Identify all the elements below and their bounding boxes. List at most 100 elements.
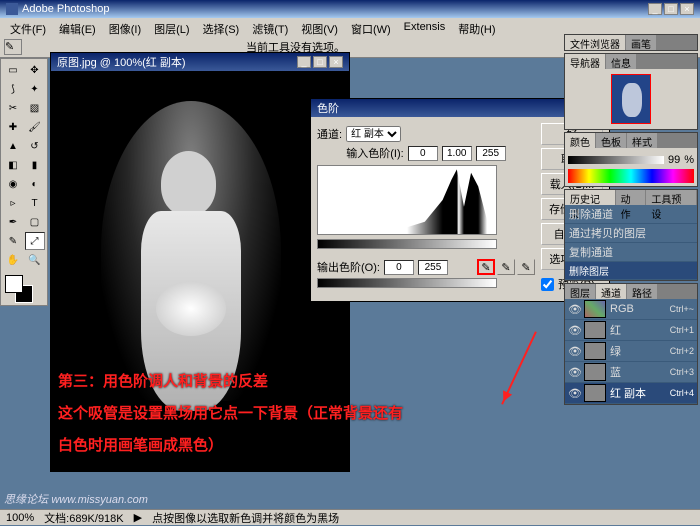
history-brush-icon[interactable]: ↺ <box>25 137 45 155</box>
input-black-field[interactable] <box>408 146 438 161</box>
foreground-swatch[interactable] <box>5 275 23 293</box>
type-tool-icon[interactable]: T <box>25 194 45 212</box>
channel-thumb <box>584 342 606 360</box>
tab-file-browser[interactable]: 文件浏览器 <box>565 35 626 50</box>
black-point-eyedropper-icon[interactable]: ✎ <box>477 259 495 275</box>
tab-brushes[interactable]: 画笔 <box>626 35 657 50</box>
color-ramp[interactable] <box>568 169 694 183</box>
tab-swatches[interactable]: 色板 <box>596 133 627 148</box>
gradient-tool-icon[interactable]: ▮ <box>25 156 45 174</box>
tab-layers[interactable]: 图层 <box>565 284 596 299</box>
notes-tool-icon[interactable]: ✎ <box>3 232 23 250</box>
tab-info[interactable]: 信息 <box>606 54 637 69</box>
white-point-eyedropper-icon[interactable]: ✎ <box>517 259 535 275</box>
tab-channels[interactable]: 通道 <box>596 284 627 299</box>
channel-select[interactable]: 红 副本 <box>346 126 401 142</box>
minimize-button[interactable]: _ <box>648 3 662 15</box>
menu-select[interactable]: 选择(S) <box>197 20 246 34</box>
levels-title: 色阶 <box>317 100 339 116</box>
output-levels-label: 输出色阶(O): <box>317 259 380 275</box>
workspace: ▭ ✥ ⟆ ✦ ✂ ▧ ✚ 🖌 ▲ ↺ ◧ ▮ ◉ ◐ ▹ T ✒ ▢ ✎ ⤢ … <box>0 58 700 509</box>
dodge-tool-icon[interactable]: ◐ <box>25 175 45 193</box>
visibility-icon[interactable]: 👁 <box>568 324 580 337</box>
tab-navigator[interactable]: 导航器 <box>565 54 606 69</box>
channel-row[interactable]: 👁RGBCtrl+~ <box>565 299 697 320</box>
navigator-panel: 导航器信息 <box>564 53 698 130</box>
output-black-field[interactable] <box>384 260 414 275</box>
lasso-tool-icon[interactable]: ⟆ <box>3 80 23 98</box>
menu-file[interactable]: 文件(F) <box>4 20 52 34</box>
channel-thumb <box>584 321 606 339</box>
zoom-tool-icon[interactable]: 🔍 <box>25 251 45 269</box>
annotation-arrow <box>501 331 537 404</box>
input-white-field[interactable] <box>476 146 506 161</box>
menu-image[interactable]: 图像(I) <box>103 20 147 34</box>
tab-actions[interactable]: 动作 <box>616 190 647 205</box>
path-tool-icon[interactable]: ▹ <box>3 194 23 212</box>
gray-point-eyedropper-icon[interactable]: ✎ <box>497 259 515 275</box>
tab-toolpresets[interactable]: 工具预设 <box>646 190 697 205</box>
tab-color[interactable]: 颜色 <box>565 133 596 148</box>
app-titlebar: Adobe Photoshop _ □ × <box>0 0 700 18</box>
menu-extensis[interactable]: Extensis <box>398 20 452 34</box>
menu-help[interactable]: 帮助(H) <box>452 20 501 34</box>
history-panel: 历史记录动作工具预设 删除通道 通过拷贝的图层 复制通道 删除图层 <box>564 189 698 281</box>
history-item[interactable]: 删除图层 <box>565 262 697 280</box>
pen-tool-icon[interactable]: ✒ <box>3 213 23 231</box>
eraser-tool-icon[interactable]: ◧ <box>3 156 23 174</box>
visibility-icon[interactable]: 👁 <box>568 387 580 400</box>
menu-window[interactable]: 窗口(W) <box>345 20 397 34</box>
move-tool-icon[interactable]: ✥ <box>25 61 45 79</box>
navigator-thumb[interactable] <box>611 74 651 124</box>
channel-thumb <box>584 384 606 402</box>
menu-filter[interactable]: 滤镜(T) <box>246 20 294 34</box>
doc-max-button[interactable]: □ <box>313 56 327 68</box>
channel-label: 通道: <box>317 126 342 142</box>
tab-paths[interactable]: 路径 <box>627 284 658 299</box>
menu-view[interactable]: 视图(V) <box>295 20 344 34</box>
tab-history[interactable]: 历史记录 <box>565 190 616 205</box>
output-slider[interactable] <box>317 278 497 288</box>
history-item[interactable]: 删除通道 <box>565 205 697 224</box>
visibility-icon[interactable]: 👁 <box>568 366 580 379</box>
histogram <box>317 165 497 235</box>
annotation-line1: 第三：用色阶调人和背景的反差 <box>58 370 268 391</box>
channel-row[interactable]: 👁红Ctrl+1 <box>565 320 697 341</box>
eyedropper-tool-icon[interactable]: ⤢ <box>25 232 45 250</box>
app-title: Adobe Photoshop <box>22 3 109 15</box>
visibility-icon[interactable]: 👁 <box>568 303 580 316</box>
tab-styles[interactable]: 样式 <box>627 133 658 148</box>
output-white-field[interactable] <box>418 260 448 275</box>
stamp-tool-icon[interactable]: ▲ <box>3 137 23 155</box>
channel-name: 蓝 <box>610 364 666 380</box>
channel-shortcut: Ctrl+~ <box>669 304 694 314</box>
menu-edit[interactable]: 编辑(E) <box>53 20 102 34</box>
doc-min-button[interactable]: _ <box>297 56 311 68</box>
brush-tool-icon[interactable]: 🖌 <box>25 118 45 136</box>
channel-row[interactable]: 👁绿Ctrl+2 <box>565 341 697 362</box>
hand-tool-icon[interactable]: ✋ <box>3 251 23 269</box>
preview-checkbox[interactable] <box>541 278 554 291</box>
history-item[interactable]: 通过拷贝的图层 <box>565 224 697 243</box>
input-slider[interactable] <box>317 239 497 249</box>
marquee-tool-icon[interactable]: ▭ <box>3 61 23 79</box>
input-gamma-field[interactable] <box>442 146 472 161</box>
color-panel: 颜色色板样式 99% <box>564 132 698 187</box>
shape-tool-icon[interactable]: ▢ <box>25 213 45 231</box>
history-item[interactable]: 复制通道 <box>565 243 697 262</box>
blur-tool-icon[interactable]: ◉ <box>3 175 23 193</box>
color-swatches[interactable] <box>3 273 45 303</box>
channel-row[interactable]: 👁红 副本Ctrl+4 <box>565 383 697 404</box>
slice-tool-icon[interactable]: ▧ <box>25 99 45 117</box>
heal-tool-icon[interactable]: ✚ <box>3 118 23 136</box>
close-button[interactable]: × <box>680 3 694 15</box>
channel-row[interactable]: 👁蓝Ctrl+3 <box>565 362 697 383</box>
tool-preset-icon[interactable]: ✎ <box>4 39 22 55</box>
maximize-button[interactable]: □ <box>664 3 678 15</box>
channel-name: 红 副本 <box>610 385 666 401</box>
crop-tool-icon[interactable]: ✂ <box>3 99 23 117</box>
doc-close-button[interactable]: × <box>329 56 343 68</box>
wand-tool-icon[interactable]: ✦ <box>25 80 45 98</box>
menu-layer[interactable]: 图层(L) <box>148 20 195 34</box>
visibility-icon[interactable]: 👁 <box>568 345 580 358</box>
